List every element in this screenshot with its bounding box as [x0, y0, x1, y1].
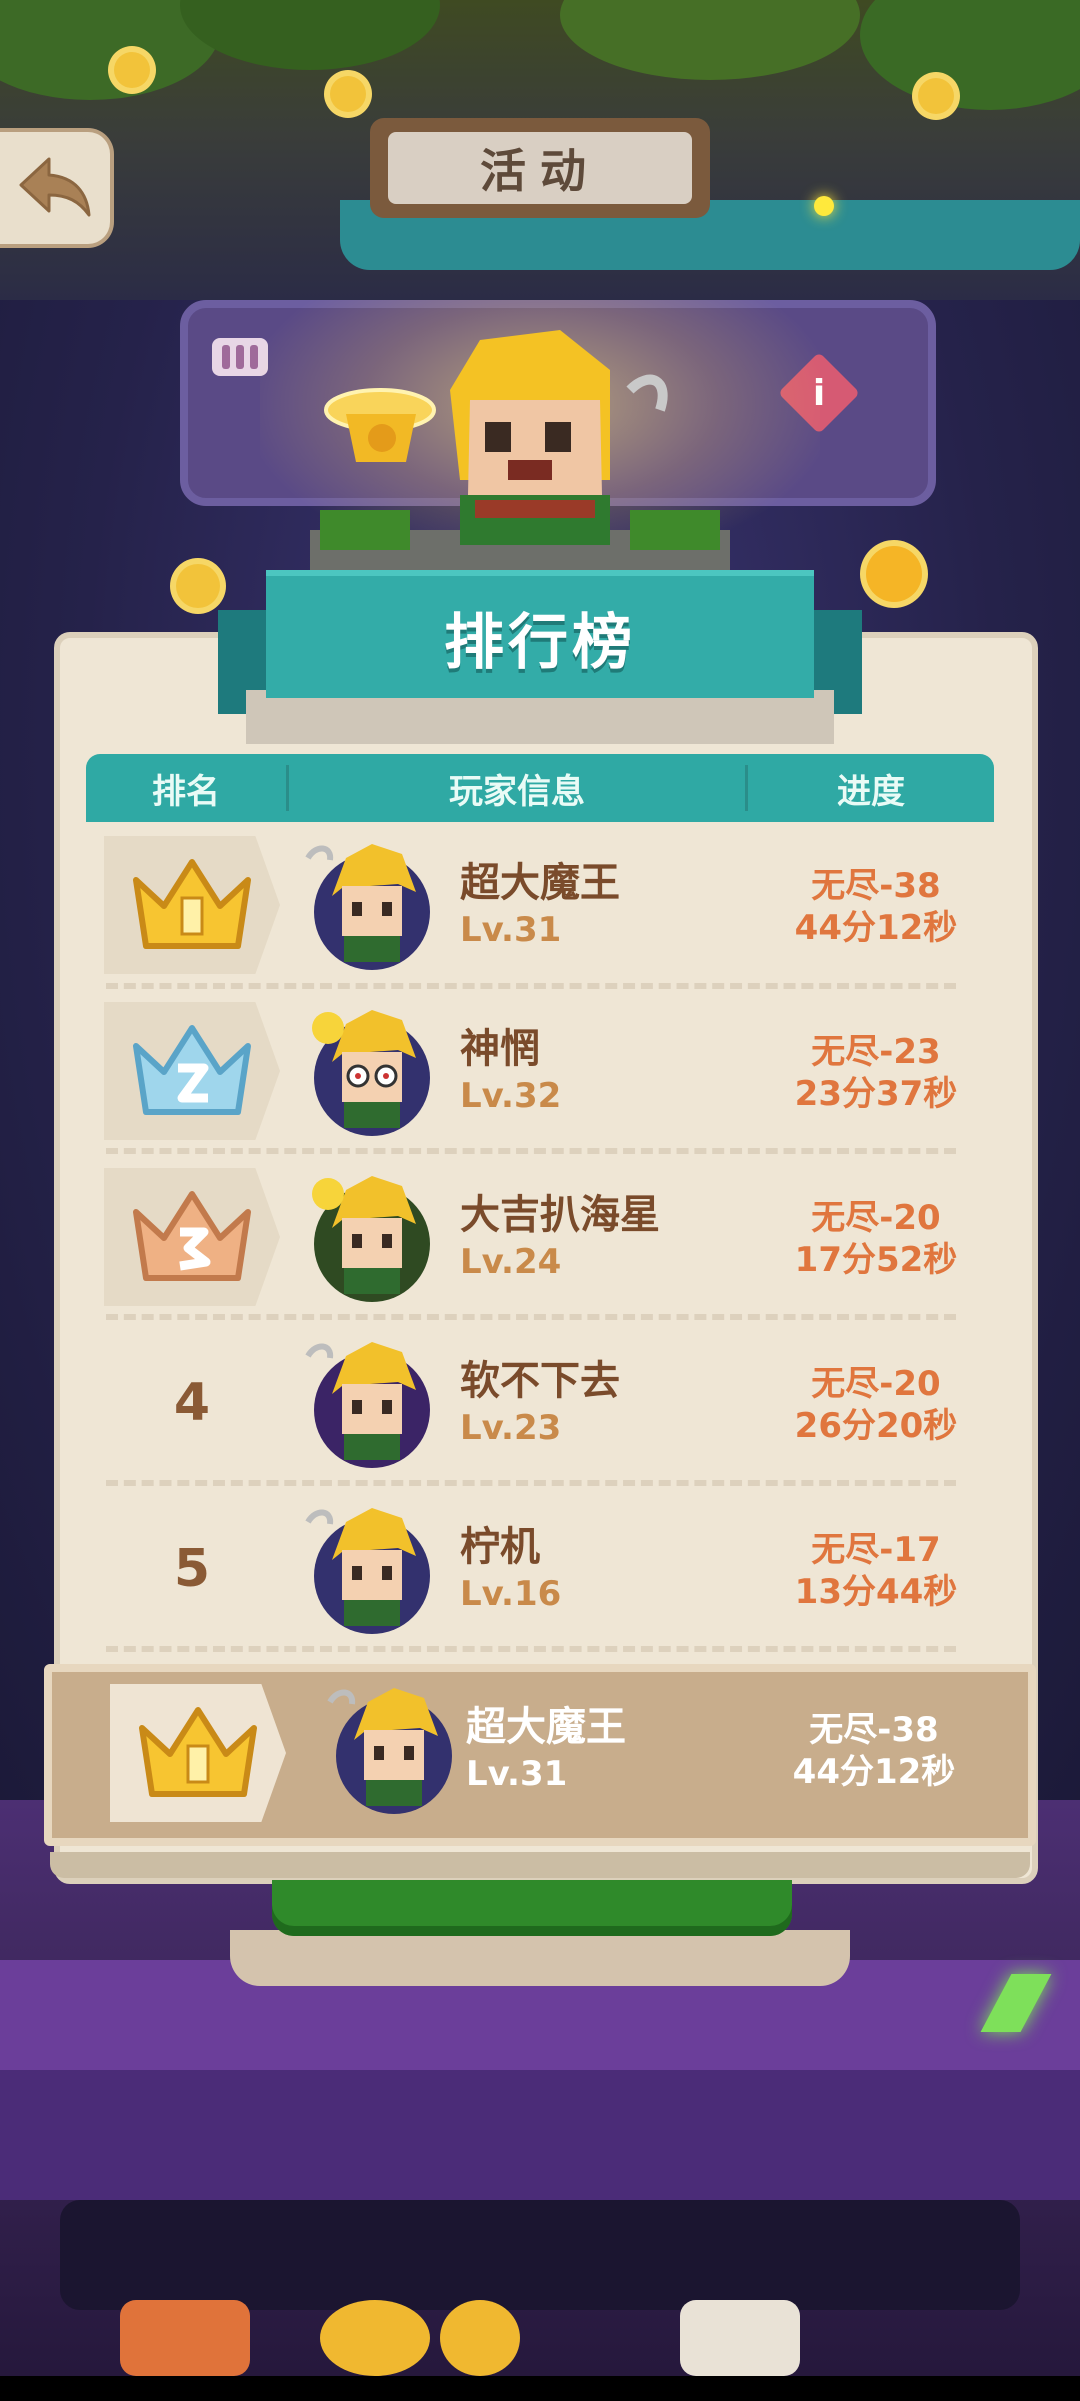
banner-shadow: [246, 690, 834, 744]
machine-green-panel: [272, 1880, 792, 1936]
leaderboard-header: 排名 玩家信息 进度: [86, 754, 994, 822]
player-avatar: [305, 844, 430, 970]
player-name: 软不下去: [460, 1358, 620, 1404]
player-level: Lv.23: [460, 1408, 562, 1448]
leaderboard-row[interactable]: 超大魔王 Lv.31 无尽-38 44分12秒: [96, 822, 988, 982]
player-level: Lv.24: [460, 1242, 562, 1282]
player-avatar: [327, 1688, 452, 1814]
my-rank-row[interactable]: 超大魔王 Lv.31 无尽-38 44分12秒: [44, 1664, 1036, 1846]
player-level: Lv.16: [460, 1574, 562, 1614]
hero-character-illustration: [310, 330, 730, 580]
player-name: 神惘: [460, 1026, 540, 1072]
leaderboard-row[interactable]: 4 软不下去 Lv.23 无尽-20 26分20秒: [96, 1320, 988, 1480]
machine-button: [320, 2300, 430, 2376]
machine-plate: [230, 1930, 850, 1986]
leaderboard-row[interactable]: 神惘 Lv.32 无尽-23 23分37秒: [96, 988, 988, 1148]
page-title: 活动: [388, 132, 692, 204]
arcade-machine-base: [0, 2070, 1080, 2200]
progress-time: 13分44秒: [794, 1572, 958, 1612]
player-avatar: [312, 1010, 430, 1136]
progress-time: 44分12秒: [792, 1752, 956, 1792]
player-level: Lv.31: [460, 910, 562, 950]
leaderboard-title-banner: 排行榜: [266, 570, 814, 698]
screen-bottom-edge: [0, 2376, 1080, 2401]
player-level: Lv.32: [460, 1076, 562, 1116]
leaderboard-title: 排行榜: [444, 607, 636, 678]
player-avatar: [312, 1176, 430, 1302]
gold-crown-icon: [139, 1707, 257, 1797]
player-name: 超大魔王: [460, 860, 620, 906]
gold-crown-icon: [133, 859, 251, 949]
progress-time: 44分12秒: [794, 908, 958, 948]
column-header-progress: 进度: [837, 771, 905, 812]
player-level: Lv.31: [466, 1754, 568, 1794]
column-header-rank: 排名: [152, 771, 220, 812]
machine-dark-panel: [60, 2200, 1020, 2310]
leaderboard-row[interactable]: 5 柠机 Lv.16 无尽-17 13分44秒: [96, 1486, 988, 1646]
machine-button: [120, 2300, 250, 2376]
silver-crown-icon: [133, 1025, 251, 1115]
player-name: 柠机: [460, 1524, 540, 1570]
back-button[interactable]: [0, 128, 114, 248]
flower-decoration: [114, 52, 150, 88]
progress-time: 17分52秒: [794, 1240, 958, 1280]
leaderboard-row[interactable]: 大吉扒海星 Lv.24 无尽-20 17分52秒: [96, 1154, 988, 1314]
row-divider: [106, 1646, 956, 1652]
flower-decoration: [330, 76, 366, 112]
bronze-crown-icon: [133, 1191, 251, 1281]
activity-sign: 活动: [370, 118, 710, 218]
panel-shadow: [50, 1852, 1030, 1878]
player-name: 大吉扒海星: [460, 1192, 660, 1238]
back-arrow-icon: [19, 157, 91, 217]
progress-time: 23分37秒: [794, 1074, 958, 1114]
column-header-player-info: 玩家信息: [449, 771, 585, 812]
player-avatar: [305, 1508, 430, 1634]
flower-decoration: [176, 564, 220, 608]
flower-decoration: [918, 78, 954, 114]
rank-number: 5: [173, 1539, 211, 1599]
flower-decoration: [866, 546, 922, 602]
progress-time: 26分20秒: [794, 1406, 958, 1446]
machine-card: [680, 2300, 800, 2376]
player-avatar: [305, 1342, 430, 1468]
machine-button: [440, 2300, 520, 2376]
indicator-light: [814, 196, 834, 216]
rank-number: 4: [173, 1373, 211, 1433]
player-name: 超大魔王: [466, 1704, 626, 1750]
